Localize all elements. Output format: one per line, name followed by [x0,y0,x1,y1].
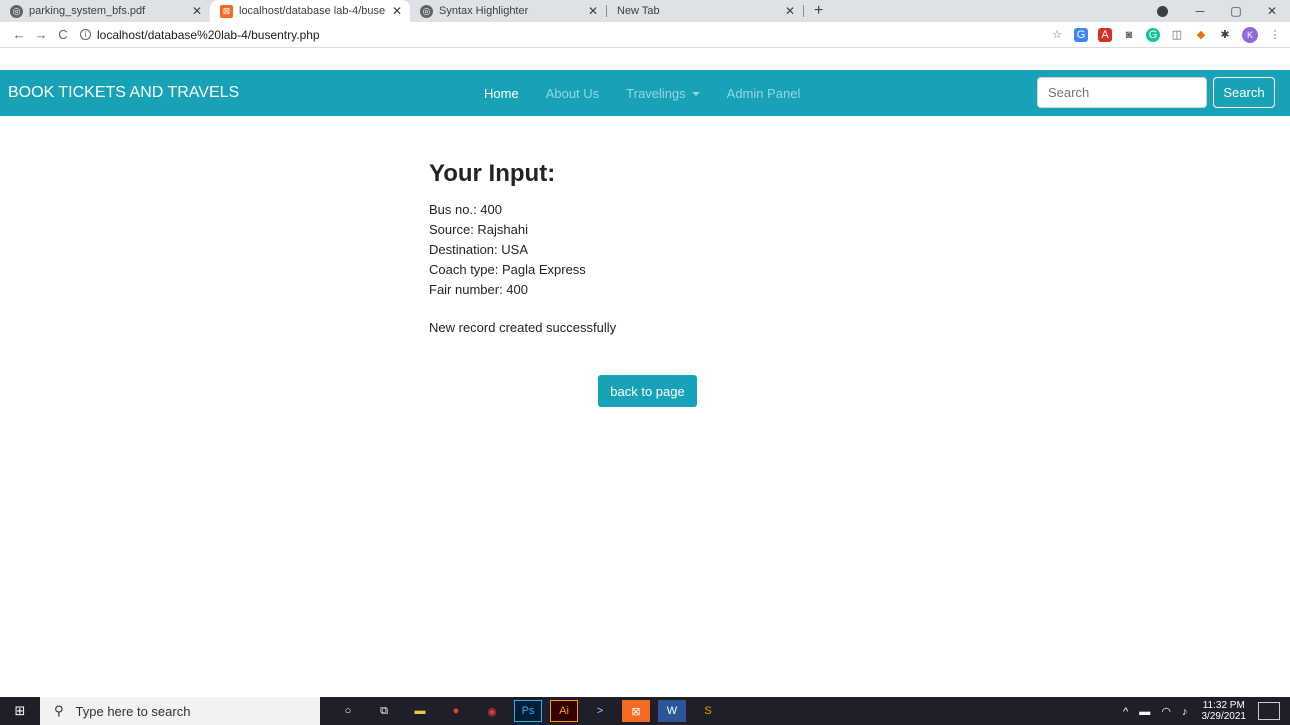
url-text: localhost/database%20lab-4/busentry.php [97,27,320,42]
success-message: New record created successfully [429,320,617,335]
info-icon[interactable]: i [80,29,91,40]
windows-taskbar: ⊞ ⚲ Type here to search ○ ⧉ ▬ ● ◉ Ps Ai … [0,697,1290,725]
taskbar-apps: ○ ⧉ ▬ ● ◉ Ps Ai > ⊠ W S [330,700,726,722]
browser-toolbar: ← → C i localhost/database%20lab-4/busen… [0,22,1290,48]
tray-icons[interactable]: ^ ▬ ◠ ♪ [1123,705,1191,718]
profile-avatar[interactable]: K [1242,26,1258,43]
extensions-area: ☆ G A ◙ G ◫ ◆ ✱ K ⋮ [1050,26,1282,43]
caret-down-icon [691,92,700,97]
task-view-icon[interactable]: ⧉ [370,700,398,722]
globe-icon: ◎ [10,4,23,18]
globe-icon: ◎ [420,4,433,18]
browser-tabstrip: ◎ parking_system_bfs.pdf ✕ ⊠ localhost/d… [0,0,1290,22]
illustrator-icon[interactable]: Ai [550,700,578,722]
page-heading: Your Input: [429,160,556,187]
close-window-icon[interactable]: ✕ [1254,4,1290,18]
xampp-icon: ⊠ [220,4,233,18]
grammarly-icon[interactable]: G [1146,27,1160,42]
clock[interactable]: 11:32 PM 3/29/2021 [1202,700,1247,722]
terminal-icon[interactable]: > [586,700,614,722]
menu-kebab-icon[interactable]: ⋮ [1268,28,1282,42]
close-icon[interactable]: ✕ [192,4,202,18]
photoshop-icon[interactable]: Ps [514,700,542,722]
system-tray: ^ ▬ ◠ ♪ 11:32 PM 3/29/2021 [1123,697,1290,725]
browser-tab[interactable]: New Tab ✕ [607,0,803,22]
puzzle-icon[interactable]: ✱ [1218,28,1232,42]
windows-start-icon[interactable]: ⊞ [0,697,40,725]
taskbar-search-text: Type here to search [75,703,191,719]
chrome-icon[interactable]: ● [442,700,470,722]
new-tab-button[interactable]: + [804,0,833,22]
close-icon[interactable]: ✕ [392,4,402,18]
maximize-icon[interactable]: ▢ [1218,4,1254,18]
tab-title: New Tab [617,5,660,17]
sublime-icon[interactable]: S [694,700,722,722]
browser-tab[interactable]: ◎ parking_system_bfs.pdf ✕ [0,0,210,22]
tab-title: parking_system_bfs.pdf [29,5,146,17]
camera-icon[interactable]: ◙ [1122,28,1136,42]
reload-icon[interactable]: C [52,27,74,42]
source-line: Source: Rajshahi [429,222,528,237]
word-icon[interactable]: W [658,700,686,722]
search-button[interactable]: Search [1213,77,1275,108]
site-navbar: BOOK TICKETS AND TRAVELS Home About Us T… [0,70,1290,116]
notification-icon[interactable] [1258,702,1280,720]
main-content: Your Input: Bus no.: 400 Source: Rajshah… [429,160,616,335]
xampp-taskbar-icon[interactable]: ⊠ [622,700,650,722]
pdf-icon[interactable]: A [1098,27,1112,42]
colorful-extension-icon[interactable]: ◆ [1194,28,1208,42]
coach-type-line: Coach type: Pagla Express [429,262,586,277]
nav-travelings-label: Travelings [626,85,686,101]
nav-links: Home About Us Travelings Admin Panel [484,70,827,116]
fair-number-line: Fair number: 400 [429,282,528,297]
star-icon[interactable]: ☆ [1050,28,1064,42]
clock-time: 11:32 PM [1202,700,1245,711]
clock-date: 3/29/2021 [1201,711,1247,722]
close-icon[interactable]: ✕ [785,4,795,18]
back-arrow-icon[interactable]: ← [8,27,30,42]
extension-icon[interactable]: ◫ [1170,28,1184,42]
close-icon[interactable]: ✕ [588,4,598,18]
back-to-page-button[interactable]: back to page [598,375,697,407]
record-icon[interactable]: ◉ [478,700,506,722]
forward-arrow-icon[interactable]: → [30,27,52,42]
translate-icon[interactable]: G [1074,27,1088,42]
nav-about-us[interactable]: About Us [546,86,599,101]
nav-home[interactable]: Home [484,86,519,101]
window-controls: ─ ▢ ✕ [1157,0,1290,22]
bus-number-line: Bus no.: 400 [429,202,502,217]
tab-title: Syntax Highlighter [439,5,529,17]
nav-travelings[interactable]: Travelings [626,85,700,101]
nav-admin-panel[interactable]: Admin Panel [727,86,801,101]
profile-icon[interactable] [1157,5,1168,17]
tab-title: localhost/database lab-4/busentr [239,5,386,17]
browser-tab-active[interactable]: ⊠ localhost/database lab-4/busentr ✕ [210,0,410,22]
taskbar-search[interactable]: ⚲ Type here to search [40,697,320,725]
browser-tab[interactable]: ◎ Syntax Highlighter ✕ [410,0,606,22]
search-icon: ⚲ [54,703,64,718]
cortana-icon[interactable]: ○ [334,700,362,722]
minimize-icon[interactable]: ─ [1182,4,1218,18]
address-bar[interactable]: i localhost/database%20lab-4/busentry.ph… [80,28,1050,42]
file-explorer-icon[interactable]: ▬ [406,700,434,722]
search-input[interactable] [1037,77,1207,108]
destination-line: Destination: USA [429,242,528,257]
brand-title[interactable]: BOOK TICKETS AND TRAVELS [8,84,239,102]
